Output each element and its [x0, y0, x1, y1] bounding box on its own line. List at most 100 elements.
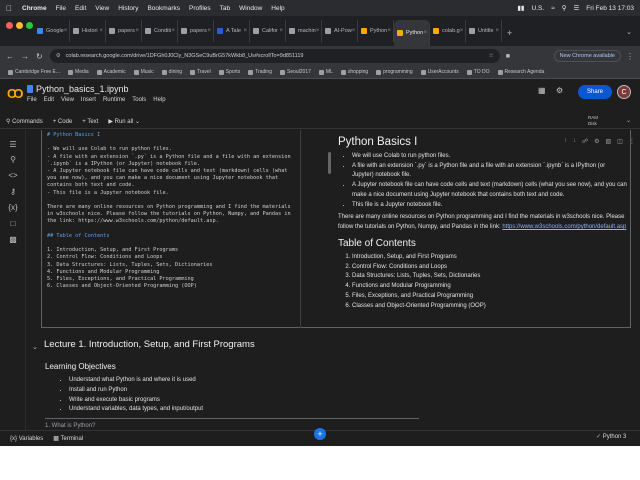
bookmark-item[interactable]: shopping	[340, 69, 368, 75]
tab-close-icon[interactable]: ×	[64, 28, 68, 34]
runtime-dropdown-icon[interactable]: ⌄	[626, 117, 631, 124]
menubar-item-profiles[interactable]: Profiles	[189, 5, 211, 12]
browser-tab[interactable]: A Tale ×	[214, 20, 250, 42]
menubar-item-edit[interactable]: Edit	[75, 5, 86, 12]
menubar-item-help[interactable]: Help	[271, 5, 284, 12]
tab-close-icon[interactable]: ×	[243, 28, 247, 34]
find-replace-icon[interactable]: ⚲	[8, 155, 18, 165]
tab-search-chevron-icon[interactable]: ⌄	[626, 28, 632, 36]
menubar-item-tab[interactable]: Tab	[220, 5, 230, 12]
new-tab-icon[interactable]: +	[507, 28, 512, 38]
browser-tab[interactable]: Conditi ×	[142, 20, 178, 42]
tab-close-icon[interactable]: ×	[171, 28, 175, 34]
reload-icon[interactable]: ↻	[36, 52, 43, 61]
tab-close-icon[interactable]: ×	[495, 28, 499, 34]
bookmark-item[interactable]: Trading	[248, 69, 272, 75]
add-code-button[interactable]: + Code	[53, 119, 73, 125]
browser-tab[interactable]: machin ×	[286, 20, 322, 42]
browser-tab[interactable]: Untitle ×	[466, 20, 502, 42]
menubar-item-view[interactable]: View	[95, 5, 109, 12]
extensions-icon[interactable]: ■	[506, 53, 510, 60]
menubar-item-file[interactable]: File	[56, 5, 66, 12]
terminal-icon[interactable]: ▩	[8, 235, 18, 245]
bookmark-item[interactable]: programming	[376, 69, 413, 75]
new-chrome-available-button[interactable]: New Chrome available	[553, 50, 621, 62]
control-center-icon[interactable]: ☰	[573, 4, 579, 12]
editor-scrollbar[interactable]	[328, 152, 331, 174]
wifi-icon[interactable]: ≈	[551, 5, 555, 12]
menu-file[interactable]: File	[27, 97, 37, 103]
tab-close-icon[interactable]: ×	[207, 28, 211, 34]
run-all-button[interactable]: ▶ Run all ⌄	[108, 118, 140, 125]
toc-icon[interactable]: ☰	[8, 140, 18, 150]
tab-close-icon[interactable]: ×	[423, 30, 427, 36]
bookmark-item[interactable]: UserAccounts	[420, 69, 459, 75]
cell-settings-icon[interactable]: ⚙	[594, 138, 599, 145]
battery-icon[interactable]: ▮▮	[517, 4, 524, 12]
menubar-item-window[interactable]: Window	[239, 5, 262, 12]
browser-tab[interactable]: papers ×	[178, 20, 214, 42]
menubar-item-history[interactable]: History	[118, 5, 138, 12]
menu-view[interactable]: View	[61, 97, 74, 103]
move-down-icon[interactable]: ↓	[573, 138, 576, 145]
menu-tools[interactable]: Tools	[132, 97, 146, 103]
url-input[interactable]: ⚙ colab.research.google.com/drive/1DFGh0…	[49, 49, 500, 63]
mirror-cell-icon[interactable]: ▧	[605, 138, 611, 145]
link-icon[interactable]: ☍	[582, 138, 588, 145]
text-cell-editing[interactable]: # Python Basics I - We will use Colab to …	[41, 130, 635, 328]
colab-logo-icon[interactable]: CO	[7, 86, 24, 101]
bookmark-item[interactable]: Media	[68, 69, 89, 75]
menu-help[interactable]: Help	[153, 97, 165, 103]
back-icon[interactable]: ←	[6, 52, 14, 61]
menu-runtime[interactable]: Runtime	[103, 97, 125, 103]
tab-close-icon[interactable]: ×	[387, 28, 391, 34]
bookmark-item[interactable]: Travel	[190, 69, 211, 75]
browser-tab[interactable]: AI-Pow ×	[322, 20, 358, 42]
variables-button[interactable]: {x} Variables	[10, 436, 43, 442]
tab-close-icon[interactable]: ×	[99, 28, 103, 34]
spotlight-icon[interactable]: ⚲	[562, 4, 567, 12]
move-up-icon[interactable]: ↑	[564, 138, 567, 145]
bookmark-item[interactable]: dining	[161, 69, 182, 75]
menubar-item-bookmarks[interactable]: Bookmarks	[147, 5, 180, 12]
comment-icon[interactable]: ▦	[538, 86, 546, 95]
tab-close-icon[interactable]: ×	[279, 28, 283, 34]
bookmark-item[interactable]: TO DO	[466, 69, 490, 75]
add-cell-plus-icon[interactable]: +	[314, 428, 326, 440]
notebook-content[interactable]: # Python Basics I - We will use Colab to …	[26, 130, 640, 430]
bookmark-item[interactable]: Cambridge Free E...	[8, 69, 60, 75]
runtime-status[interactable]: ✓ Python 3	[596, 433, 626, 440]
terminal-button[interactable]: ▩ Terminal	[53, 435, 83, 442]
more-options-icon[interactable]: ⋮	[629, 138, 635, 145]
notebook-title[interactable]: Python_basics_1.ipynb	[36, 84, 129, 94]
share-button[interactable]: Share	[578, 85, 612, 99]
settings-gear-icon[interactable]: ⚙	[556, 86, 563, 95]
bookmark-star-icon[interactable]: ☆	[489, 53, 494, 59]
browser-tab[interactable]: Python ×	[358, 20, 394, 42]
browser-tab[interactable]: colab.g ×	[430, 20, 466, 42]
w3schools-link[interactable]: https://www.w3schools.com/python/default…	[502, 224, 626, 230]
bookmark-item[interactable]: ML	[318, 69, 333, 75]
browser-tab[interactable]: papers ×	[106, 20, 142, 42]
markdown-editor[interactable]: # Python Basics I - We will use Colab to …	[45, 130, 293, 328]
menu-insert[interactable]: Insert	[81, 97, 96, 103]
commands-button[interactable]: ⚲ Commands	[6, 118, 43, 125]
code-snippets-icon[interactable]: <>	[8, 171, 18, 181]
forward-icon[interactable]: →	[21, 52, 29, 61]
bookmark-item[interactable]: Music	[133, 69, 154, 75]
site-info-icon[interactable]: ⚙	[56, 53, 61, 59]
bookmark-item[interactable]: Research Agenda	[497, 69, 544, 75]
tab-close-icon[interactable]: ×	[460, 28, 464, 34]
window-close-icon[interactable]	[6, 22, 13, 29]
window-zoom-icon[interactable]	[26, 22, 33, 29]
menubar-app-name[interactable]: Chrome	[22, 5, 47, 12]
chrome-menu-icon[interactable]: ⋮	[626, 52, 634, 61]
tab-close-icon[interactable]: ×	[352, 28, 356, 34]
tab-close-icon[interactable]: ×	[316, 28, 320, 34]
secrets-key-icon[interactable]: ⚷	[8, 187, 18, 197]
input-source[interactable]: U.S.	[531, 5, 544, 12]
bookmark-item[interactable]: Academic	[96, 69, 126, 75]
browser-tab[interactable]: Google ×	[34, 20, 70, 42]
apple-icon[interactable]: 	[6, 4, 14, 13]
window-minimize-icon[interactable]	[16, 22, 23, 29]
